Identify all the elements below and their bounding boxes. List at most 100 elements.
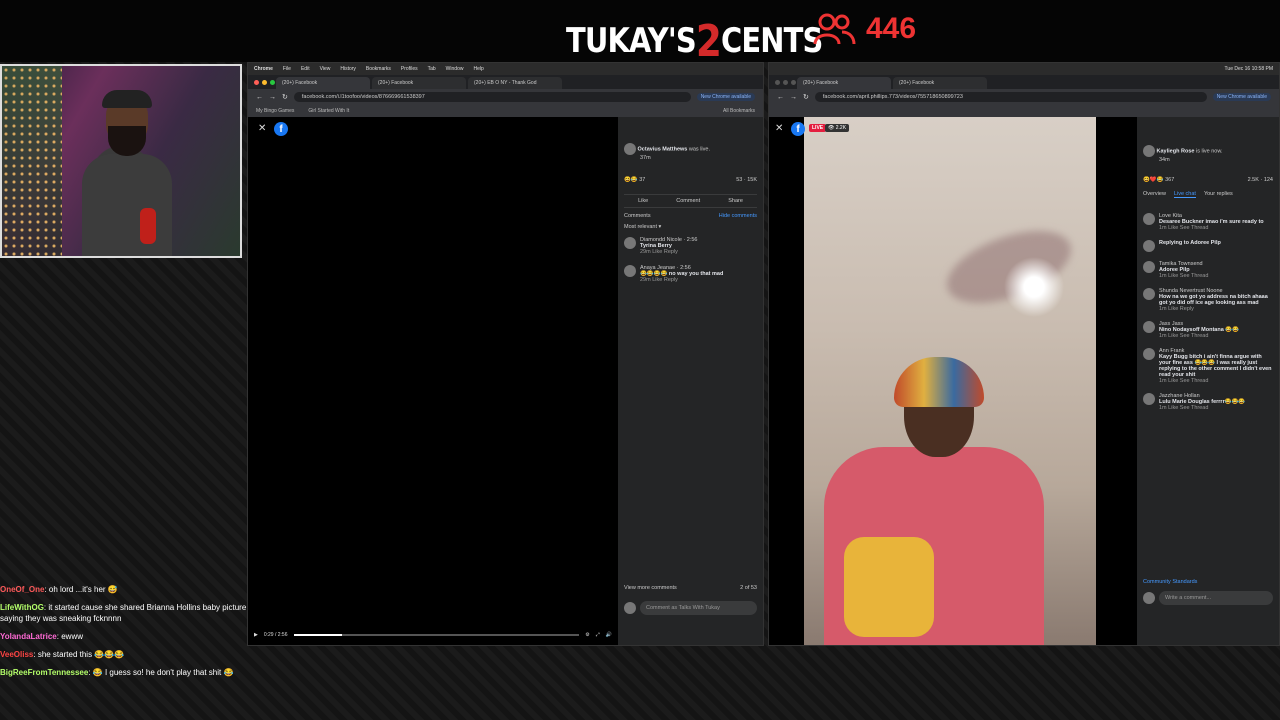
close-dot[interactable] <box>775 80 780 85</box>
avatar[interactable] <box>1143 348 1155 360</box>
back-icon[interactable]: ← <box>256 94 263 101</box>
post-author[interactable]: Octavius Matthews <box>638 146 688 152</box>
avatar[interactable] <box>1143 145 1155 157</box>
chat-meta[interactable]: 1m Like See Thread <box>1159 405 1273 411</box>
update-chrome-button[interactable]: New Chrome available <box>1212 93 1271 101</box>
live-video-player[interactable]: ✕ f LIVE 👁 2.2K <box>769 117 1137 645</box>
close-dot[interactable] <box>254 80 259 85</box>
comment-button[interactable]: Comment <box>676 198 700 204</box>
video-player[interactable]: ✕ f ▶ 0:29 / 2:56 ⚙ ⤢ 🔊 <box>248 117 618 645</box>
forward-icon[interactable]: → <box>790 94 797 101</box>
menu-item[interactable]: Profiles <box>401 66 418 72</box>
tab-facebook-1[interactable]: (20+) Facebook <box>797 77 891 89</box>
live-chat-item: Love Kita Desaree Buckner imao i'm sure … <box>1143 213 1273 231</box>
menu-item[interactable]: View <box>320 66 331 72</box>
video-controls: ▶ 0:29 / 2:56 ⚙ ⤢ 🔊 <box>254 629 612 641</box>
progress-bar[interactable] <box>293 634 580 636</box>
forward-icon[interactable]: → <box>269 94 276 101</box>
avatar[interactable] <box>624 265 636 277</box>
tab-facebook-2[interactable]: (20+) Facebook <box>893 77 987 89</box>
avatar[interactable] <box>1143 393 1155 405</box>
like-button[interactable]: Like <box>638 198 648 204</box>
update-chrome-button[interactable]: New Chrome available <box>696 93 755 101</box>
chat-username[interactable]: YolandaLatrice <box>0 632 57 641</box>
comment-input[interactable]: Write a comment... <box>1159 591 1273 605</box>
stream-logo: TUKAY'S2CENTS <box>566 12 823 67</box>
settings-icon[interactable]: ⚙ <box>585 632 589 638</box>
comment-list: Diamondd Nicole · 2:56 Tyrina Berry 29m … <box>624 237 757 293</box>
reload-icon[interactable]: ↻ <box>803 93 809 101</box>
chat-meta[interactable]: 1m Like See Thread <box>1159 273 1273 279</box>
chat-meta[interactable]: 1m Like See Thread <box>1159 378 1273 384</box>
avatar[interactable] <box>1143 288 1155 300</box>
menu-item[interactable]: History <box>340 66 356 72</box>
brand-mid: 2 <box>695 16 722 67</box>
chat-meta[interactable]: 1m Like Reply <box>1159 306 1273 312</box>
chat-username[interactable]: LifeWithOG <box>0 603 44 612</box>
viewer-counter: 446 <box>812 12 916 46</box>
chat-username[interactable]: VeeOliss <box>0 650 33 659</box>
chat-meta[interactable]: 1m Like See Thread <box>1159 333 1273 339</box>
back-icon[interactable]: ← <box>777 94 784 101</box>
menu-item[interactable]: Bookmarks <box>366 66 391 72</box>
tab-live-chat[interactable]: Live chat <box>1173 191 1196 198</box>
avatar[interactable] <box>1143 261 1155 273</box>
stream-header: TUKAY'S2CENTS 446 <box>0 0 1280 67</box>
maximize-dot[interactable] <box>270 80 275 85</box>
menu-item[interactable]: Window <box>446 66 464 72</box>
reload-icon[interactable]: ↻ <box>282 93 288 101</box>
url-input[interactable]: facebook.com/april.phillips.773/videos/7… <box>814 92 1207 102</box>
live-video-frame <box>804 117 1096 645</box>
christmas-tree <box>2 66 62 256</box>
menu-item[interactable]: Help <box>473 66 483 72</box>
close-icon[interactable]: ✕ <box>258 123 266 134</box>
url-input[interactable]: facebook.com/i.l1toofoo/videos/876669661… <box>293 92 691 102</box>
window-controls[interactable] <box>775 80 796 85</box>
tab-overview[interactable]: Overview <box>1143 191 1166 198</box>
avatar[interactable] <box>1143 213 1155 225</box>
fullscreen-icon[interactable]: ⤢ <box>596 632 600 638</box>
close-icon[interactable]: ✕ <box>775 123 783 134</box>
stream-chat: OneOf_One: oh lord ...it's her 😅 LifeWith… <box>0 584 260 685</box>
avatar[interactable] <box>1143 240 1155 252</box>
menu-item[interactable]: Edit <box>301 66 310 72</box>
comment-meta[interactable]: 29m Like Reply <box>640 249 698 255</box>
volume-icon[interactable]: 🔊 <box>606 632 612 638</box>
chat-username[interactable]: OneOf_One <box>0 585 44 594</box>
video-time: 0:29 / 2:56 <box>263 632 288 638</box>
avatar[interactable] <box>624 237 636 249</box>
minimize-dot[interactable] <box>783 80 788 85</box>
share-button[interactable]: Share <box>728 198 743 204</box>
reaction-count[interactable]: 367 <box>1165 177 1174 183</box>
community-standards-link[interactable]: Community Standards <box>1143 579 1273 585</box>
menu-item[interactable]: Chrome <box>254 66 273 72</box>
tab-facebook-1[interactable]: (20+) Facebook <box>276 77 370 89</box>
facebook-logo-icon[interactable]: f <box>274 122 288 136</box>
tab-your-replies[interactable]: Your replies <box>1204 191 1233 198</box>
view-more-comments[interactable]: View more comments <box>624 585 677 591</box>
avatar[interactable] <box>624 143 636 155</box>
bookmark-item[interactable]: Girl Started With It <box>308 108 349 114</box>
hide-comments-link[interactable]: Hide comments <box>719 213 757 219</box>
play-icon[interactable]: ▶ <box>254 632 258 638</box>
host-name[interactable]: Kayliegh Rose <box>1157 148 1195 154</box>
minimize-dot[interactable] <box>262 80 267 85</box>
menu-item[interactable]: Tab <box>428 66 436 72</box>
facebook-logo-icon[interactable]: f <box>791 122 805 136</box>
window-controls[interactable] <box>254 80 275 85</box>
menu-item[interactable]: File <box>283 66 291 72</box>
tab-facebook-2[interactable]: (20+) Facebook <box>372 77 466 89</box>
comments-footer: View more comments 2 of 53 <box>624 585 757 591</box>
reaction-count[interactable]: 37 <box>639 177 645 183</box>
avatar[interactable] <box>1143 321 1155 333</box>
sort-dropdown[interactable]: Most relevant ▾ <box>624 224 757 230</box>
chat-meta[interactable]: 1m Like See Thread <box>1159 225 1273 231</box>
maximize-dot[interactable] <box>791 80 796 85</box>
chat-username[interactable]: BigReeFromTennessee <box>0 668 88 677</box>
tab-ebony[interactable]: (20+) EB O NY - Thank God <box>468 77 562 89</box>
bookmark-item[interactable]: My Bingo Games <box>256 108 294 114</box>
streamer <box>82 90 172 256</box>
comment-input[interactable]: Comment as Talks With Tukay <box>640 601 757 615</box>
all-bookmarks[interactable]: All Bookmarks <box>723 108 755 114</box>
comment-meta[interactable]: 29m Like Reply <box>640 277 723 283</box>
